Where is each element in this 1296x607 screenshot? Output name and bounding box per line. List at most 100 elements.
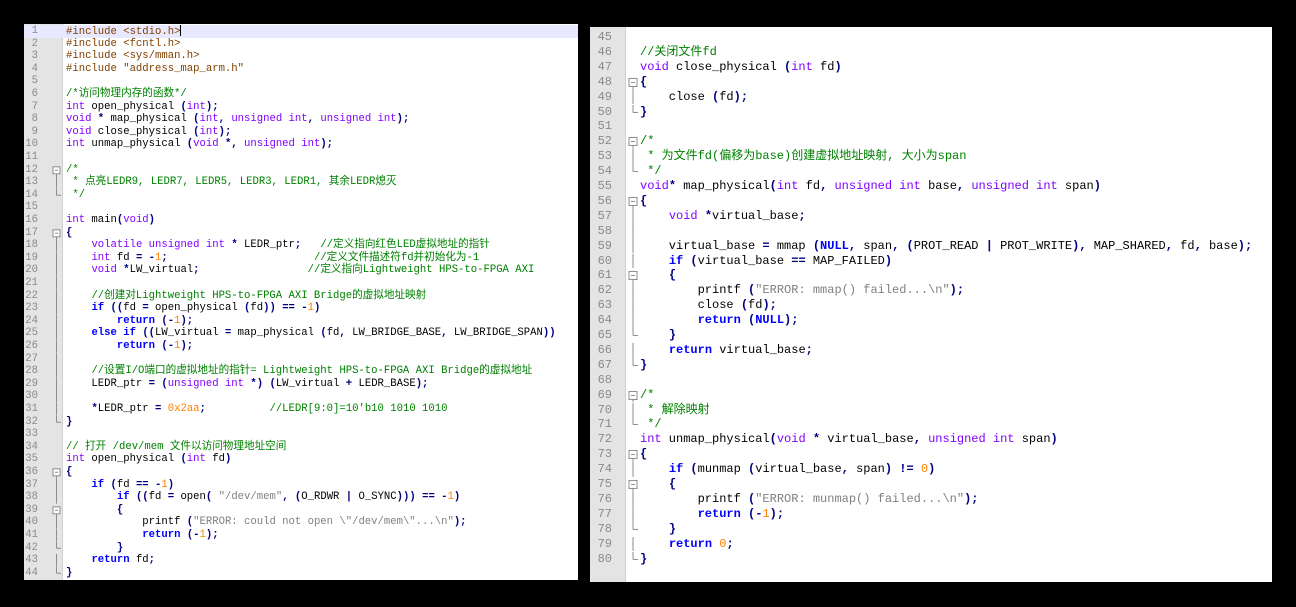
code-line[interactable]: 49 close (fd); (590, 89, 1272, 105)
code-line[interactable]: 1 #include <stdio.h> (24, 25, 578, 38)
code-line[interactable]: 57 void *virtual_base; (590, 208, 1272, 224)
code-line[interactable]: 61 { (590, 268, 1272, 284)
fold-line-icon (628, 298, 638, 314)
code-line[interactable]: 72 int unmap_physical(void * virtual_base… (590, 432, 1272, 447)
code-line[interactable]: 38 if ((fd = open( "/dev/mem", (O_RDWR |… (24, 491, 578, 504)
code-line[interactable]: 62 printf ("ERROR: mmap() failed...\n"); (590, 283, 1272, 299)
code-line[interactable]: 2 #include <fcntl.h> (24, 38, 578, 51)
fold-toggle-icon[interactable] (628, 447, 638, 463)
code-line[interactable]: 75 { (590, 477, 1272, 492)
code-line[interactable]: 41 return (-1); (24, 529, 578, 542)
code-line[interactable]: 43 return fd; (24, 554, 578, 567)
code-line[interactable]: 42 } (24, 541, 578, 555)
code-line[interactable]: 47 void close_physical (int fd) (590, 60, 1272, 75)
code-line[interactable]: 27 (24, 352, 578, 366)
code-line[interactable]: 70 * 解除映射 (590, 402, 1272, 418)
code-line[interactable]: 59 virtual_base = mmap (NULL, span, (PRO… (590, 238, 1272, 254)
code-line[interactable]: 77 return (-1); (590, 506, 1272, 522)
code-line[interactable]: 3 #include <sys/mman.h> (24, 50, 578, 63)
code-line[interactable]: 51 (590, 119, 1272, 134)
code-text: { (668, 268, 677, 283)
code-line[interactable]: 48 { (590, 75, 1272, 90)
code-line[interactable]: 74 if (munmap (virtual_base, span) != 0) (590, 462, 1272, 477)
code-line[interactable]: 4 #include "address_map_arm.h" (24, 63, 578, 76)
code-line[interactable]: 9 void close_physical (int); (24, 126, 578, 139)
code-line[interactable]: 10 int unmap_physical (void *, unsigned i… (24, 138, 578, 151)
fold-toggle-icon[interactable] (628, 194, 638, 209)
code-line[interactable]: 24 return (-1); (24, 314, 578, 328)
code-line[interactable]: 80} (590, 551, 1272, 567)
code-line[interactable]: 7 int open_physical (int); (24, 101, 578, 114)
code-line[interactable]: 78 } (590, 521, 1272, 537)
code-line[interactable]: 31 *LEDR_ptr = 0x2aa; //LEDR[9:0]=10'b10… (24, 403, 578, 416)
code-line[interactable]: 18 volatile unsigned int * LEDR_ptr; //定… (24, 239, 578, 252)
code-line[interactable]: 28 //设置I/O端口的虚拟地址的指针= Lightweight HPS-to… (24, 365, 578, 378)
code-line[interactable]: 5 (24, 75, 578, 88)
code-line[interactable]: 68 (590, 373, 1272, 388)
code-text: void* map_physical(int fd, unsigned int … (640, 179, 1101, 193)
code-line[interactable]: 76 printf ("ERROR: munmap() failed...\n"… (590, 491, 1272, 507)
code-line[interactable]: 13 * 点亮LEDR9, LEDR7, LEDR5, LEDR3, LEDR1… (24, 176, 578, 189)
code-line[interactable]: 69 /* (590, 388, 1272, 403)
code-line[interactable]: 14 */ (24, 188, 578, 202)
code-line[interactable]: 45 (590, 30, 1272, 45)
code-line[interactable]: 6 /*访问物理内存的函数*/ (24, 88, 578, 101)
fold-toggle-icon[interactable] (52, 504, 61, 517)
code-line[interactable]: 60 if (virtual_base == MAP_FAILED) (590, 253, 1272, 269)
code-editor-left[interactable]: 1 #include <stdio.h> 2 #include <fcntl.h> 3 #… (24, 24, 578, 580)
line-number: 52 (597, 134, 612, 149)
code-line[interactable]: 65 } (590, 328, 1272, 343)
code-line[interactable]: 37 if (fd == -1) (24, 478, 578, 492)
line-number: 66 (597, 342, 612, 357)
code-line[interactable]: 64 return (NULL); (590, 313, 1272, 328)
code-editor-right[interactable]: 45 46 //关闭文件fd 47 void close_physical (int f… (590, 27, 1272, 582)
code-line[interactable]: 56 { (590, 194, 1272, 209)
code-line[interactable]: 67} (590, 357, 1272, 373)
code-line[interactable]: 16 int main(void) (24, 214, 578, 227)
code-line[interactable]: 25 else if ((LW_virtual = map_physical (… (24, 327, 578, 340)
code-line[interactable]: 8 void * map_physical (int, unsigned int,… (24, 113, 578, 126)
line-number: 17 (25, 226, 38, 239)
fold-toggle-icon[interactable] (52, 466, 61, 479)
code-line[interactable]: 39 { (24, 504, 578, 517)
fold-toggle-icon[interactable] (52, 227, 61, 240)
fold-toggle-icon[interactable] (628, 134, 638, 150)
code-line[interactable]: 79 return 0; (590, 536, 1272, 552)
code-line[interactable]: 23 if ((fd = open_physical (fd)) == -1) (24, 302, 578, 315)
code-line[interactable]: 50} (590, 104, 1272, 120)
code-line[interactable]: 22 //创建对Lightweight HPS-to-FPGA AXI Brid… (24, 289, 578, 303)
code-line[interactable]: 52 /* (590, 134, 1272, 150)
code-line[interactable]: 73 { (590, 447, 1272, 463)
code-line[interactable]: 26 return (-1); (24, 340, 578, 353)
code-line[interactable]: 33 (24, 428, 578, 441)
fold-toggle-icon[interactable] (628, 268, 638, 284)
line-number: 46 (597, 44, 612, 59)
code-line[interactable]: 32} (24, 415, 578, 429)
code-line[interactable]: 46 //关闭文件fd (590, 45, 1272, 60)
code-line[interactable]: 34 // 打开 /dev/mem 文件以访问物理地址空间 (24, 441, 578, 454)
code-line[interactable]: 40 printf ("ERROR: could not open \"/dev… (24, 516, 578, 529)
fold-toggle-icon[interactable] (628, 477, 638, 492)
code-line[interactable]: 21 (24, 277, 578, 290)
fold-toggle-icon[interactable] (628, 388, 638, 403)
code-line[interactable]: 66 return virtual_base; (590, 342, 1272, 358)
code-line[interactable]: 30 (24, 390, 578, 403)
code-line[interactable]: 71 */ (590, 417, 1272, 432)
code-line[interactable]: 20 void *LW_virtual; //定义指向Lightweight H… (24, 264, 578, 277)
code-line[interactable]: 35 int open_physical (int fd) (24, 453, 578, 466)
code-line[interactable]: 58 (590, 223, 1272, 239)
code-line[interactable]: 54 */ (590, 164, 1272, 179)
code-line[interactable]: 19 int fd = -1; //定义文件描述符fd并初始化为-1 (24, 251, 578, 265)
code-line[interactable]: 12 /* (24, 164, 578, 177)
code-line[interactable]: 36 { (24, 466, 578, 479)
code-line[interactable]: 11 (24, 151, 578, 164)
code-line[interactable]: 29 LEDR_ptr = (unsigned int *) (LW_virtu… (24, 377, 578, 391)
fold-toggle-icon[interactable] (628, 75, 638, 90)
code-line[interactable]: 17 { (24, 227, 578, 240)
code-line[interactable]: 55 void* map_physical(int fd, unsigned in… (590, 179, 1272, 194)
code-line[interactable]: 15 (24, 201, 578, 214)
code-line[interactable]: 53 * 为文件fd(偏移为base)创建虚拟地址映射, 大小为span (590, 149, 1272, 165)
code-line[interactable]: 63 close (fd); (590, 298, 1272, 314)
fold-toggle-icon[interactable] (52, 164, 61, 177)
code-line[interactable]: 44} (24, 566, 578, 580)
